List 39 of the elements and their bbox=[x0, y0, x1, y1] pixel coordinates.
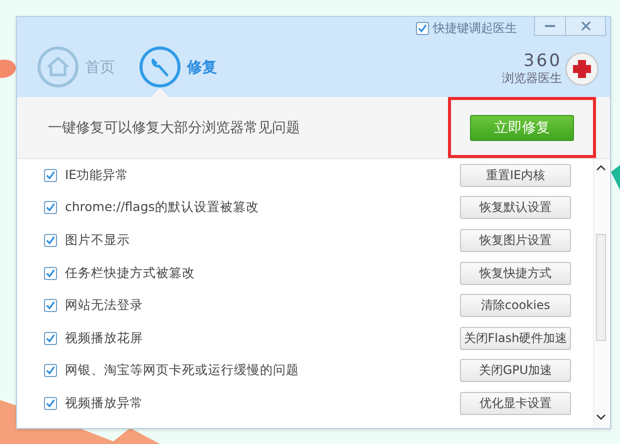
issue-label: 视频播放异常 bbox=[65, 394, 144, 412]
close-icon bbox=[580, 21, 590, 31]
wallpaper-shape bbox=[0, 60, 16, 78]
checkbox[interactable] bbox=[44, 364, 57, 378]
minimize-icon bbox=[545, 25, 555, 27]
checkbox[interactable] bbox=[44, 201, 57, 214]
action-button[interactable]: 优化显卡设置 bbox=[460, 392, 571, 415]
checkbox[interactable] bbox=[44, 168, 57, 182]
minimize-button[interactable] bbox=[534, 17, 566, 36]
action-button[interactable]: 关闭GPU加速 bbox=[460, 359, 571, 382]
checkbox[interactable] bbox=[44, 299, 57, 312]
issue-label: chrome://flags的默认设置被篡改 bbox=[65, 199, 260, 216]
house-icon bbox=[37, 46, 79, 88]
brand-number: 360 bbox=[524, 52, 562, 70]
checkbox[interactable] bbox=[44, 332, 57, 345]
issue-label: 图片不显示 bbox=[65, 232, 131, 249]
brand-name: 浏览器医生 bbox=[502, 70, 562, 86]
action-button[interactable]: 关闭Flash硬件加速 bbox=[460, 326, 571, 350]
issue-label: 网银、淘宝等网页卡死或运行缓慢的问题 bbox=[65, 362, 300, 380]
scrollbar[interactable] bbox=[593, 159, 608, 428]
issue-label: 任务栏快捷方式被篡改 bbox=[65, 264, 196, 282]
action-button[interactable]: 恢复图片设置 bbox=[460, 228, 571, 252]
hotkey-label: 快捷键调起医生 bbox=[433, 20, 517, 37]
banner-text: 一键修复可以修复大部分浏览器常见问题 bbox=[48, 118, 300, 136]
checkbox[interactable] bbox=[44, 396, 57, 410]
issue-label: IE功能异常 bbox=[65, 166, 130, 184]
action-button[interactable]: 恢复快捷方式 bbox=[460, 262, 571, 285]
checkbox[interactable] bbox=[44, 266, 57, 280]
scrollbar-thumb[interactable] bbox=[596, 234, 606, 341]
medical-cross-icon bbox=[564, 51, 600, 87]
checkbox[interactable] bbox=[44, 234, 57, 247]
issue-label: 网站无法登录 bbox=[65, 297, 144, 314]
issue-label: 视频播放花屏 bbox=[65, 330, 144, 347]
action-button[interactable]: 清除cookies bbox=[460, 294, 571, 318]
wrench-icon bbox=[139, 46, 181, 88]
close-button[interactable] bbox=[566, 17, 606, 36]
action-button[interactable]: 恢复默认设置 bbox=[460, 196, 571, 220]
action-button[interactable]: 重置IE内核 bbox=[460, 164, 571, 187]
checkbox[interactable] bbox=[416, 22, 429, 35]
